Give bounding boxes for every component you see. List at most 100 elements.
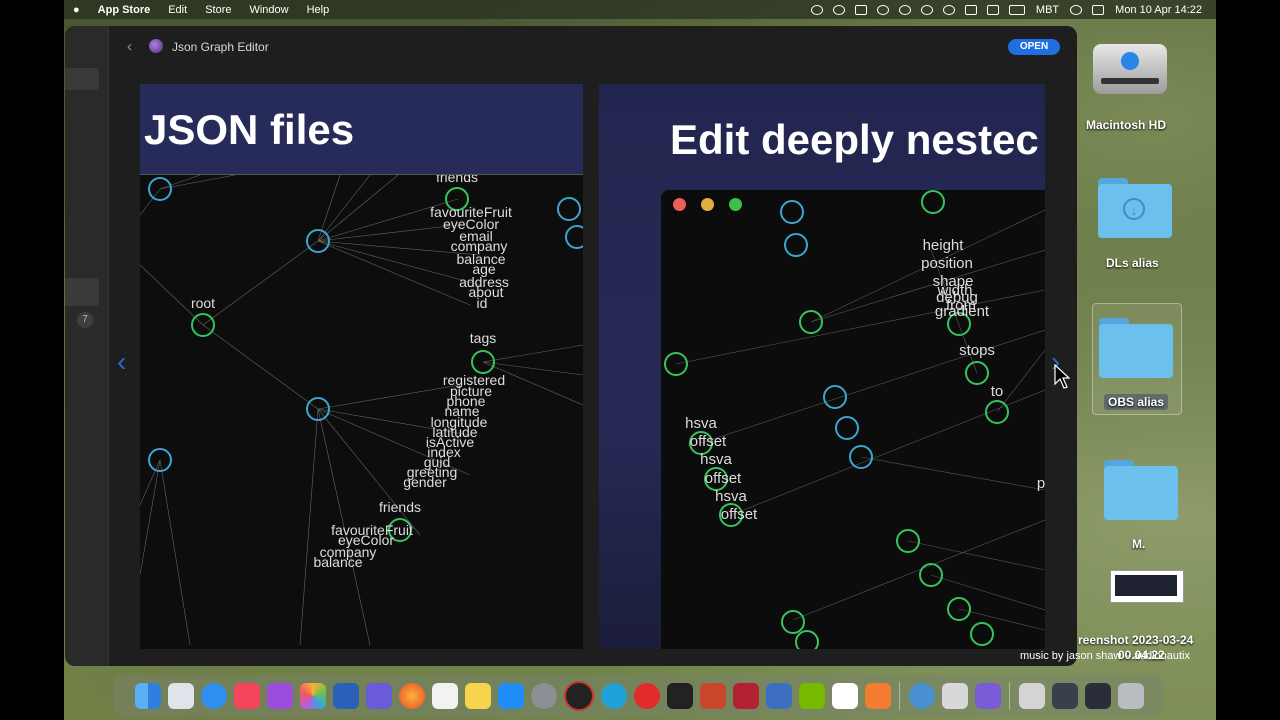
- bluetooth-icon[interactable]: [986, 4, 999, 15]
- word-icon[interactable]: [332, 683, 359, 709]
- app-store-window: 7 ‹ Json Graph Editor OPEN ‹ › JSON file…: [65, 26, 1077, 666]
- firefox-icon[interactable]: [398, 683, 425, 709]
- screenshot-1[interactable]: JSON files root friends favouriteFruit e…: [140, 84, 583, 649]
- dls-alias-folder-icon[interactable]: ↓: [1098, 178, 1172, 238]
- graph2-label: hsva: [700, 451, 732, 468]
- volume-icon[interactable]: [964, 4, 977, 15]
- finder-icon[interactable]: [134, 683, 161, 709]
- graph2-label: hsva: [685, 415, 717, 432]
- sidebar: 7: [65, 26, 109, 666]
- safari-icon[interactable]: [200, 683, 227, 709]
- affinity-icon[interactable]: [974, 683, 1001, 709]
- m-folder-icon[interactable]: [1104, 460, 1178, 520]
- dock: [114, 675, 1164, 717]
- powerpoint-icon[interactable]: [699, 683, 726, 709]
- photo-booth-icon[interactable]: [732, 683, 759, 709]
- graph2-label: to: [991, 383, 1004, 400]
- opera-icon[interactable]: [633, 683, 660, 709]
- screenshot-file-icon[interactable]: [1110, 570, 1184, 603]
- sublime-icon[interactable]: [864, 683, 891, 709]
- control-center-icon[interactable]: [1092, 4, 1105, 15]
- music-icon[interactable]: [233, 683, 260, 709]
- clock-icon[interactable]: [942, 4, 955, 15]
- folder-stack-icon[interactable]: [1084, 683, 1111, 709]
- screenshot-1-title: JSON files: [144, 106, 355, 153]
- open-button[interactable]: OPEN: [1008, 39, 1060, 55]
- launchpad-icon[interactable]: [167, 683, 194, 709]
- photos-icon[interactable]: [299, 683, 326, 709]
- shortcuts-icon[interactable]: [365, 683, 392, 709]
- screenshot-file-label[interactable]: reenshot 2023-03-24: [1078, 633, 1193, 647]
- dock-separator: [1009, 682, 1010, 710]
- sidebar-item-selected[interactable]: [65, 278, 99, 306]
- minimize-window-icon[interactable]: [701, 198, 714, 211]
- clock-text[interactable]: Mon 10 Apr 14:22: [1109, 4, 1208, 16]
- podcasts-icon[interactable]: [266, 683, 293, 709]
- gear-status-icon[interactable]: [898, 4, 911, 15]
- apple-menu-icon[interactable]: ●: [64, 4, 89, 16]
- graph1-label: friends: [379, 499, 421, 515]
- graph2-label: gradient: [935, 303, 990, 320]
- graph1-label: friends: [436, 175, 478, 185]
- music-file-icon[interactable]: [1018, 683, 1045, 709]
- notes-icon[interactable]: [464, 683, 491, 709]
- nvidia-icon[interactable]: [798, 683, 825, 709]
- camera-status-icon[interactable]: [810, 4, 823, 15]
- edge-icon[interactable]: [600, 683, 627, 709]
- battery-icon[interactable]: [1008, 4, 1025, 15]
- preview-icon[interactable]: [908, 683, 935, 709]
- status-area: MBT Mon 10 Apr 14:22: [806, 4, 1216, 16]
- menu-help[interactable]: Help: [298, 4, 339, 16]
- obs-alias-label[interactable]: OBS alias: [1104, 394, 1169, 410]
- graph2-label: p: [1037, 475, 1045, 492]
- menu-edit[interactable]: Edit: [159, 4, 196, 16]
- screenshot-stack-icon[interactable]: [1051, 683, 1078, 709]
- trash-icon[interactable]: [1117, 683, 1144, 709]
- vpn-icon[interactable]: [920, 4, 933, 15]
- graph2-label: hsva: [715, 488, 747, 505]
- music-credit: music by jason shaw – audionautix: [1020, 650, 1190, 662]
- dls-alias-label[interactable]: DLs alias: [1106, 256, 1159, 270]
- stack-status-icon[interactable]: [854, 4, 867, 15]
- graph2-label: stops: [959, 342, 995, 359]
- graph2-label: offset: [721, 506, 758, 523]
- graph-canvas-1: root friends favouriteFruit eyeColor ema…: [140, 97, 583, 646]
- graph2-label: offset: [705, 470, 742, 487]
- menu-app-name[interactable]: App Store: [89, 4, 160, 16]
- back-button[interactable]: ‹: [127, 38, 132, 55]
- graph1-label-tags: tags: [470, 330, 496, 346]
- app-title: Json Graph Editor: [172, 40, 269, 54]
- lexicon-icon[interactable]: [765, 683, 792, 709]
- printer-icon[interactable]: [941, 683, 968, 709]
- menu-store[interactable]: Store: [196, 4, 240, 16]
- app-status-icon[interactable]: [832, 4, 845, 15]
- m-folder-label[interactable]: M.: [1132, 537, 1145, 551]
- macintosh-hd-icon[interactable]: [1093, 44, 1167, 94]
- zoom-window-icon[interactable]: [729, 198, 742, 211]
- graph1-label: id: [477, 295, 488, 311]
- graph-canvas-2: height position shape width debug from g…: [664, 190, 1045, 649]
- macintosh-hd-label[interactable]: Macintosh HD: [1086, 118, 1166, 132]
- app-icon: [149, 39, 163, 53]
- textedit-icon[interactable]: [431, 683, 458, 709]
- calendar-icon[interactable]: [831, 683, 858, 709]
- previous-screenshot-arrow[interactable]: ‹: [117, 346, 126, 378]
- mouse-cursor-icon: [1054, 364, 1070, 389]
- sidebar-item-top[interactable]: [65, 68, 99, 90]
- system-settings-icon[interactable]: [530, 683, 557, 709]
- screenshot-2[interactable]: Edit deeply nestec height position shape…: [599, 84, 1045, 649]
- input-source-label[interactable]: MBT: [1030, 4, 1065, 16]
- opera-gx-icon[interactable]: [563, 681, 594, 711]
- search-icon[interactable]: [1070, 4, 1083, 15]
- brightness-icon[interactable]: [876, 4, 889, 15]
- obs-alias-folder-icon[interactable]: [1099, 318, 1173, 378]
- graph1-label-root: root: [191, 295, 215, 311]
- menu-window[interactable]: Window: [240, 4, 297, 16]
- app-store-icon[interactable]: [497, 683, 524, 709]
- dock-separator: [899, 682, 900, 710]
- graph2-label: offset: [690, 433, 727, 450]
- close-window-icon[interactable]: [673, 198, 686, 211]
- graph2-label: position: [921, 255, 973, 272]
- activity-monitor-icon[interactable]: [666, 683, 693, 709]
- graph1-label: gender: [403, 474, 447, 490]
